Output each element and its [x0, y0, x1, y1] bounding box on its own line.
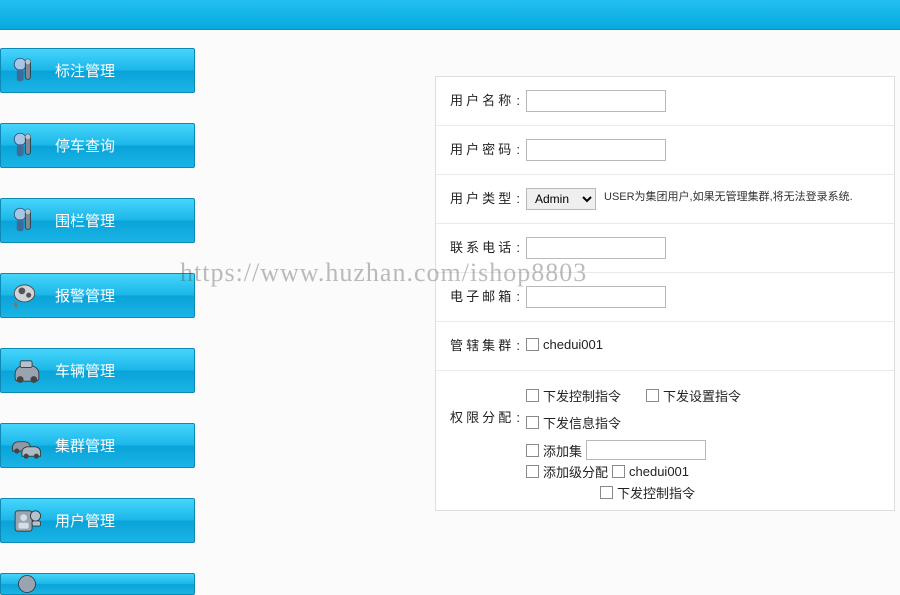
label-username: 用户名称 — [450, 90, 520, 112]
option-managed-cluster: chedui001 — [543, 337, 603, 352]
row-phone: 联系电话 — [436, 224, 894, 273]
input-add-cluster[interactable] — [586, 440, 706, 460]
sidebar-item-alarm[interactable]: 报警管理 — [0, 273, 195, 318]
sidebar-item-label: 停车查询 — [55, 135, 115, 156]
user-form-panel: 用户名称 用户密码 用户类型 Admin USER为集团用户,如果无管理集群,将… — [435, 76, 895, 511]
row-username: 用户名称 — [436, 77, 894, 126]
checkbox-add-cluster[interactable] — [526, 444, 539, 457]
sidebar-item-vehicle[interactable]: 车辆管理 — [0, 348, 195, 393]
top-bar — [0, 0, 900, 30]
main-content: 用户名称 用户密码 用户类型 Admin USER为集团用户,如果无管理集群,将… — [195, 30, 900, 595]
marker-icon — [9, 53, 45, 89]
label-phone: 联系电话 — [450, 237, 520, 259]
label-email: 电子邮箱 — [450, 286, 520, 308]
user-mgmt-icon — [9, 503, 45, 539]
input-password[interactable] — [526, 139, 666, 161]
checkbox-add-ctrl[interactable] — [600, 486, 613, 499]
perm-ctrl-label: 下发控制指令 — [543, 386, 621, 405]
sidebar: 标注管理 停车查询 围栏管理 报警管理 车辆管理 — [0, 30, 195, 595]
row-managed-cluster: 管辖集群 chedui001 — [436, 322, 894, 371]
sidebar-item-cluster[interactable]: 集群管理 — [0, 423, 195, 468]
alarm-icon — [9, 278, 45, 314]
sidebar-item-label: 集群管理 — [55, 435, 115, 456]
add-cluster-label: 添加集 — [543, 441, 582, 460]
cluster-icon — [9, 428, 45, 464]
input-username[interactable] — [526, 90, 666, 112]
sidebar-item-partial[interactable] — [0, 573, 195, 595]
sidebar-item-marker[interactable]: 标注管理 — [0, 48, 195, 93]
sidebar-item-parking[interactable]: 停车查询 — [0, 123, 195, 168]
add-group-option-label: chedui001 — [629, 464, 689, 479]
fence-icon — [9, 203, 45, 239]
row-password: 用户密码 — [436, 126, 894, 175]
perm-set-label: 下发设置指令 — [663, 386, 741, 405]
sidebar-item-user[interactable]: 用户管理 — [0, 498, 195, 543]
checkbox-perm-ctrl[interactable] — [526, 389, 539, 402]
settings-icon — [9, 573, 45, 595]
sidebar-item-label: 车辆管理 — [55, 360, 115, 381]
hint-usertype: USER为集团用户,如果无管理集群,将无法登录系统. — [604, 188, 853, 204]
perm-info-label: 下发信息指令 — [543, 413, 621, 432]
label-password: 用户密码 — [450, 139, 520, 161]
checkbox-managed-cluster[interactable] — [526, 338, 539, 351]
label-usertype: 用户类型 — [450, 188, 520, 210]
checkbox-perm-info[interactable] — [526, 416, 539, 429]
vehicle-icon — [9, 353, 45, 389]
input-email[interactable] — [526, 286, 666, 308]
checkbox-perm-set[interactable] — [646, 389, 659, 402]
parking-icon — [9, 128, 45, 164]
row-email: 电子邮箱 — [436, 273, 894, 322]
label-managed-cluster: 管辖集群 — [450, 335, 520, 357]
select-usertype[interactable]: Admin — [526, 188, 596, 210]
checkbox-add-group-option[interactable] — [612, 465, 625, 478]
add-ctrl-label: 下发控制指令 — [617, 483, 695, 502]
sidebar-item-label: 用户管理 — [55, 510, 115, 531]
sidebar-item-label: 标注管理 — [55, 60, 115, 81]
row-usertype: 用户类型 Admin USER为集团用户,如果无管理集群,将无法登录系统. — [436, 175, 894, 224]
sidebar-item-label: 围栏管理 — [55, 210, 115, 231]
checkbox-add-group[interactable] — [526, 465, 539, 478]
add-group-label: 添加级分配 — [543, 462, 608, 481]
input-phone[interactable] — [526, 237, 666, 259]
label-permissions: 权限分配 — [450, 408, 520, 428]
row-permissions: 权限分配 下发控制指令 下发设置指令 下发信息指令 添加集 添加级分配 — [436, 371, 894, 510]
sidebar-item-fence[interactable]: 围栏管理 — [0, 198, 195, 243]
sidebar-item-label: 报警管理 — [55, 285, 115, 306]
